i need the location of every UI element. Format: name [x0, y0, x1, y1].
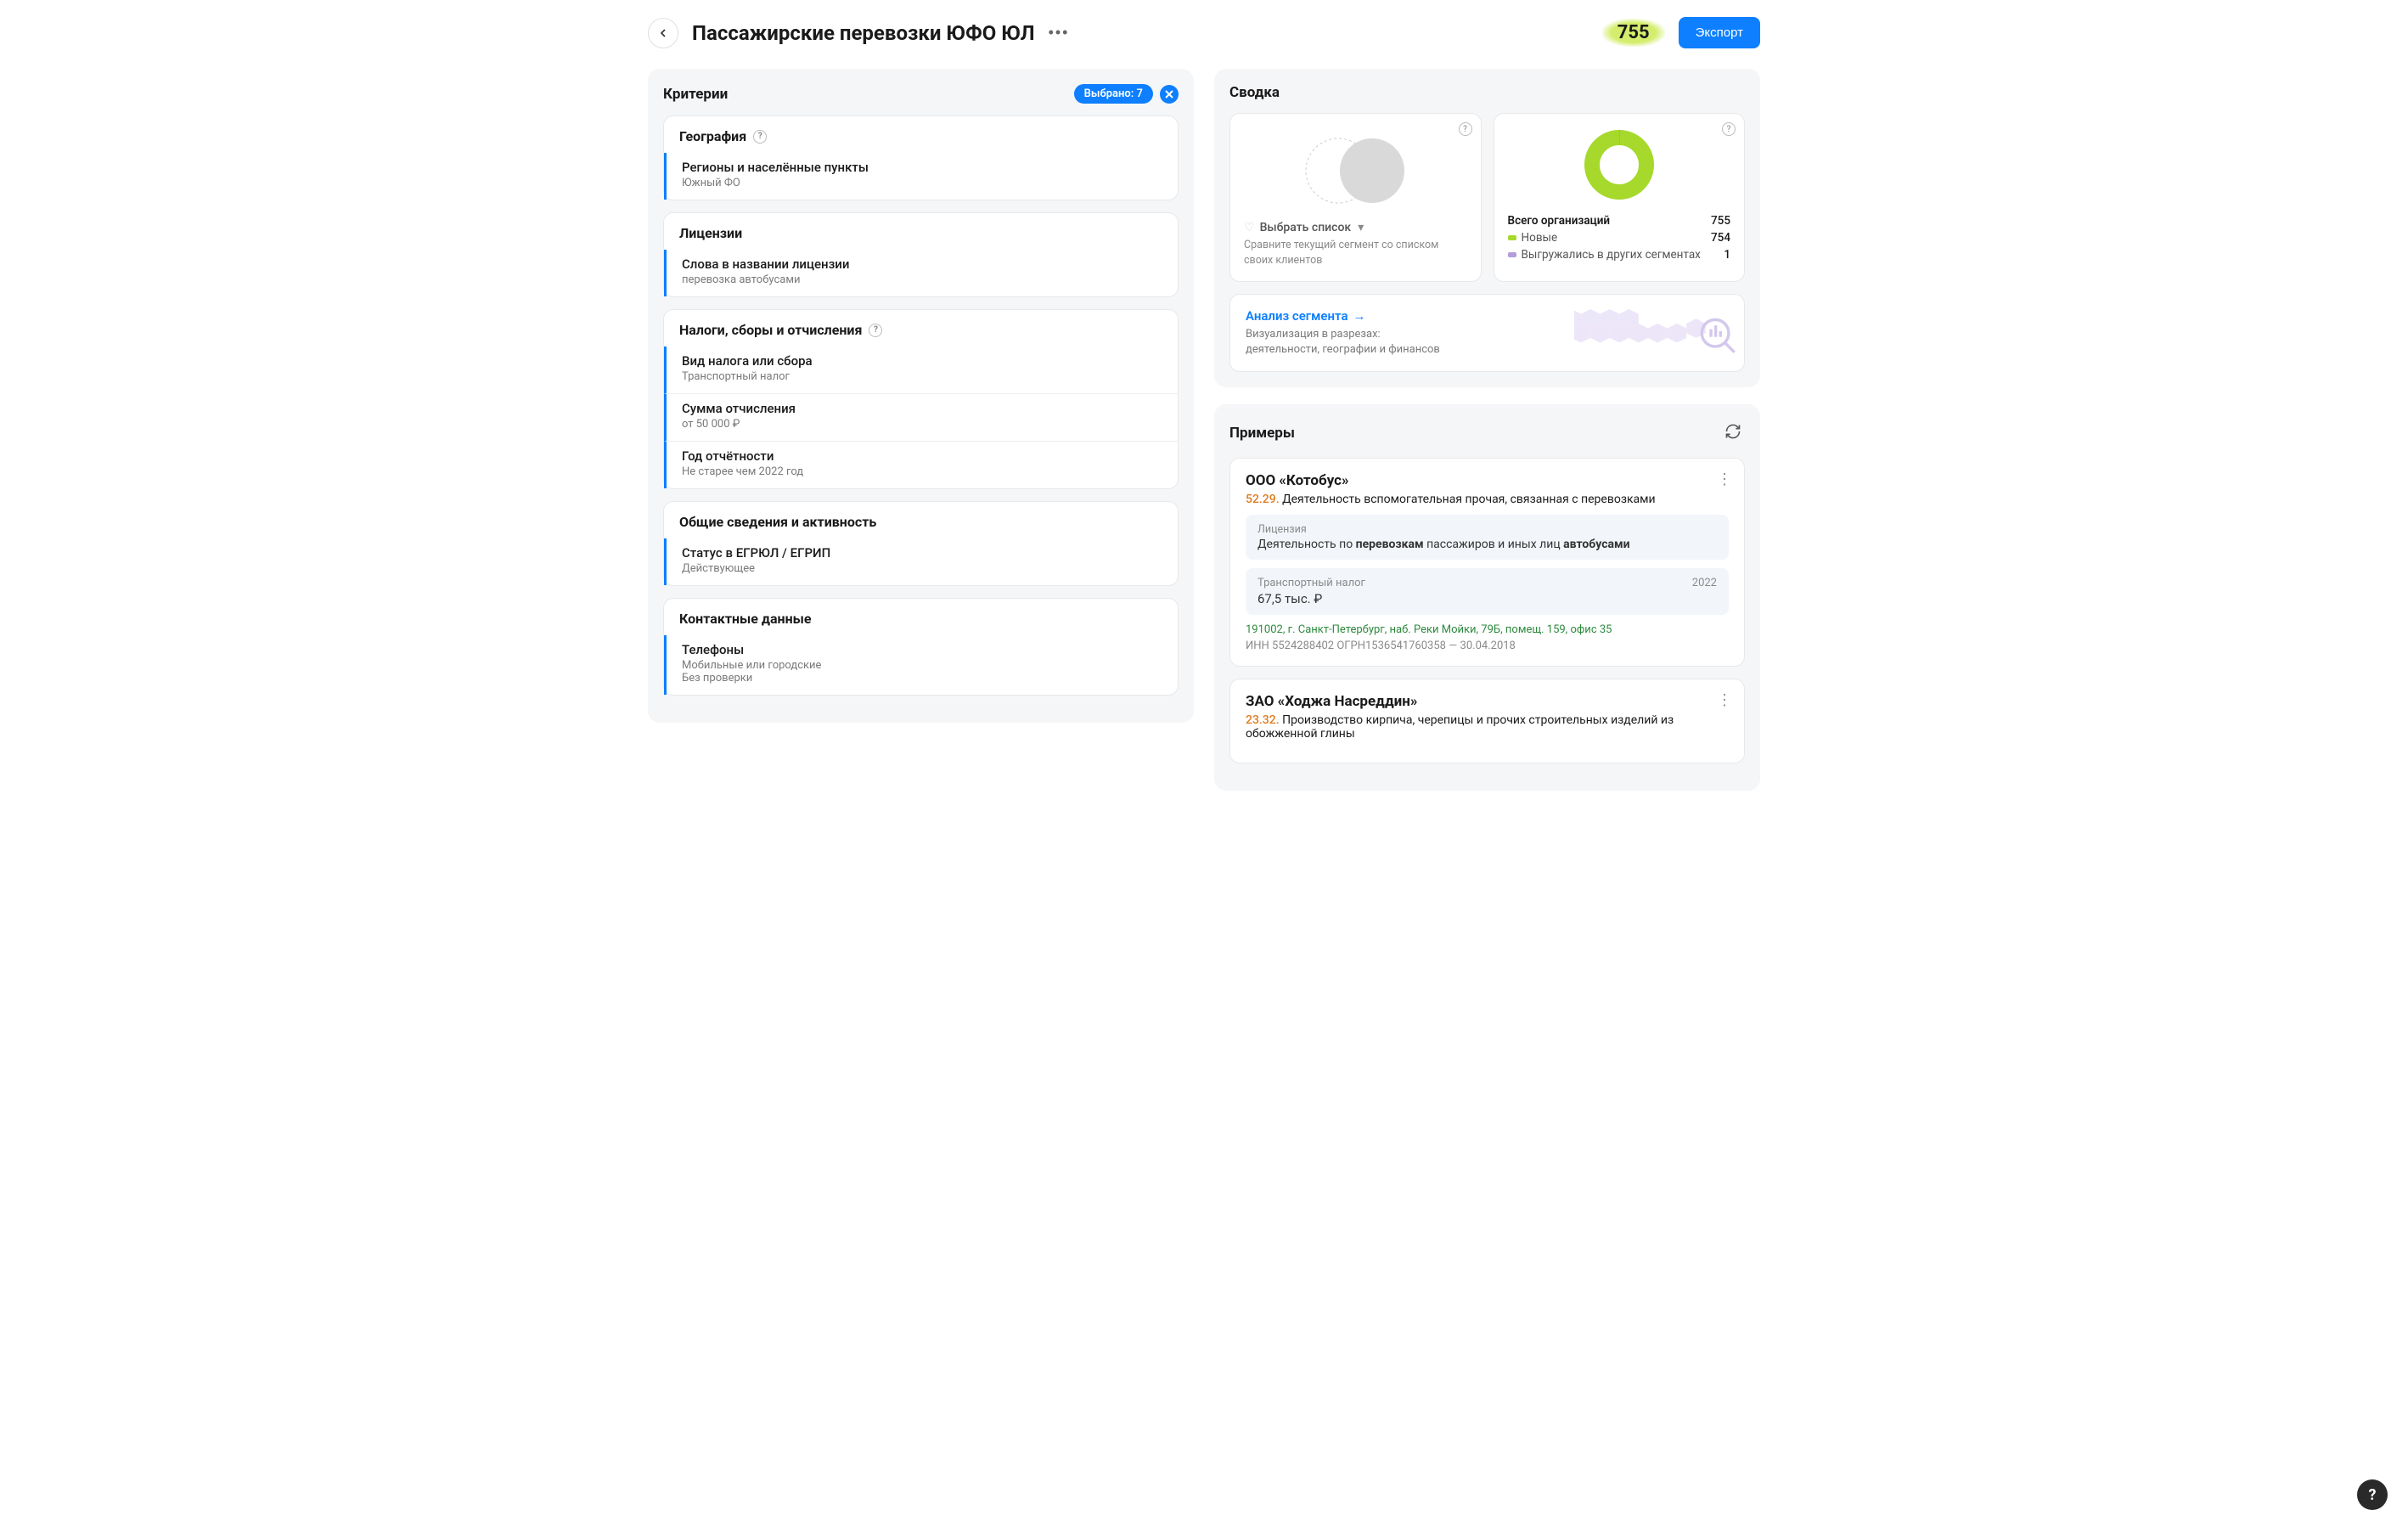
- example-card[interactable]: ⋮ ЗАО «Ходжа Насреддин» 23.32. Производс…: [1229, 679, 1745, 764]
- map-decoration-icon: [1574, 295, 1744, 371]
- criteria-group-card: ЛицензииСлова в названии лицензииперевоз…: [663, 212, 1179, 297]
- criteria-group-title: Налоги, сборы и отчисления?: [664, 310, 1178, 347]
- donut-row-value: 1: [1724, 248, 1730, 262]
- criterion-label: Регионы и населённые пункты: [682, 160, 1162, 175]
- close-icon: [1165, 90, 1173, 99]
- compare-card: ? ♡ Выбрать список Сравните текущий сегм…: [1229, 113, 1482, 282]
- donut-row-label: Выгружались в других сегментах: [1522, 248, 1701, 262]
- criterion-item[interactable]: Статус в ЕГРЮЛ / ЕГРИПДействующее: [664, 538, 1178, 585]
- example-name: ЗАО «Ходжа Насреддин»: [1246, 693, 1729, 710]
- criterion-value: Не старее чем 2022 год: [682, 465, 1162, 478]
- criterion-label: Телефоны: [682, 642, 1162, 657]
- criterion-label: Вид налога или сбора: [682, 353, 1162, 369]
- criteria-group-title: Общие сведения и активность: [664, 502, 1178, 538]
- select-list-label: Выбрать список: [1260, 221, 1352, 234]
- criterion-value: Действующее: [682, 562, 1162, 575]
- tax-amount: 67,5 тыс. ₽: [1257, 591, 1717, 606]
- analysis-card[interactable]: Анализ сегмента → Визуализация в разреза…: [1229, 294, 1745, 372]
- help-icon[interactable]: ?: [1722, 122, 1736, 136]
- criteria-group-card: Общие сведения и активностьСтатус в ЕГРЮ…: [663, 501, 1179, 586]
- donut-chart: [1582, 127, 1657, 202]
- donut-total-label: Всего организаций: [1508, 214, 1611, 228]
- select-list-dropdown[interactable]: ♡ Выбрать список: [1244, 221, 1467, 234]
- criterion-label: Статус в ЕГРЮЛ / ЕГРИП: [682, 545, 1162, 561]
- criteria-title: Критерии: [663, 86, 728, 103]
- criteria-group-title: Контактные данные: [664, 599, 1178, 635]
- criteria-group-card: Контактные данные Телефоны Мобильные или г…: [663, 598, 1179, 696]
- criterion-item[interactable]: Телефоны Мобильные или городские Без пров…: [664, 635, 1178, 695]
- clear-criteria-button[interactable]: [1160, 85, 1179, 104]
- criterion-value: Мобильные или городские Без проверки: [682, 659, 1162, 685]
- criteria-group-card: Налоги, сборы и отчисления?Вид налога ил…: [663, 309, 1179, 489]
- criterion-item[interactable]: Регионы и населённые пункты Южный ФО: [664, 153, 1178, 200]
- selected-count-chip[interactable]: Выбрано: 7: [1074, 84, 1153, 104]
- arrow-left-icon: [656, 26, 670, 40]
- analysis-link-label: Анализ сегмента: [1246, 308, 1348, 324]
- analysis-link[interactable]: Анализ сегмента →: [1246, 308, 1366, 324]
- criterion-value: Транспортный налог: [682, 370, 1162, 383]
- example-card[interactable]: ⋮ ООО «Котобус» 52.29. Деятельность вспо…: [1229, 458, 1745, 667]
- export-button[interactable]: Экспорт: [1679, 17, 1760, 48]
- criterion-label: Сумма отчисления: [682, 401, 1162, 416]
- examples-panel: Примеры ⋮ ООО «Котобус» 52.29. Деятельно…: [1214, 404, 1760, 791]
- criteria-group-title: География?: [664, 116, 1178, 153]
- activity-code: 23.32.: [1246, 713, 1280, 727]
- summary-panel: Сводка ? ♡ Выбрать список: [1214, 69, 1760, 387]
- refresh-button[interactable]: [1721, 420, 1745, 446]
- arrow-right-icon: →: [1353, 308, 1366, 324]
- tax-subcard: Транспортный налог 2022 67,5 тыс. ₽: [1246, 568, 1729, 615]
- donut-row-value: 754: [1711, 231, 1730, 245]
- help-fab-button[interactable]: ?: [2357, 1479, 2388, 1510]
- example-more-button[interactable]: ⋮: [1717, 691, 1732, 709]
- help-icon[interactable]: ?: [1459, 122, 1472, 136]
- criterion-value: от 50 000 ₽: [682, 418, 1162, 431]
- activity-text: Производство кирпича, черепицы и прочих …: [1246, 713, 1674, 741]
- example-more-button[interactable]: ⋮: [1717, 470, 1732, 488]
- refresh-icon: [1724, 423, 1741, 440]
- donut-total-value: 755: [1711, 214, 1730, 228]
- criterion-label: Год отчётности: [682, 448, 1162, 464]
- venn-diagram-icon: [1296, 132, 1415, 209]
- donut-card: ? Всего организаций 755 Новые: [1494, 113, 1746, 282]
- activity-code: 52.29.: [1246, 493, 1280, 506]
- legend-dot-icon: [1508, 252, 1516, 257]
- criteria-panel: Критерии Выбрано: 7 География?Регионы и …: [648, 69, 1194, 723]
- help-icon[interactable]: ?: [753, 130, 767, 144]
- example-address: 191002, г. Санкт-Петербург, наб. Реки Мо…: [1246, 623, 1729, 636]
- criterion-value: перевозка автобусами: [682, 273, 1162, 286]
- page-title: Пассажирские перевозки ЮФО ЮЛ: [692, 21, 1035, 45]
- criteria-group-card: География? Регионы и населённые пункты Южн…: [663, 116, 1179, 200]
- count-badge: 755: [1602, 19, 1665, 47]
- license-label: Лицензия: [1257, 523, 1717, 536]
- criteria-group-title: Лицензии: [664, 213, 1178, 250]
- criterion-item[interactable]: Вид налога или сбораТранспортный налог: [664, 347, 1178, 393]
- criterion-label: Слова в названии лицензии: [682, 256, 1162, 272]
- more-button[interactable]: •••: [1049, 24, 1070, 42]
- summary-title: Сводка: [1229, 84, 1280, 101]
- example-meta: ИНН 5524288402 ОГРН1536541760358 — 30.04…: [1246, 640, 1729, 652]
- tax-year: 2022: [1692, 577, 1717, 589]
- criterion-item[interactable]: Год отчётностиНе старее чем 2022 год: [664, 441, 1178, 488]
- criterion-value: Южный ФО: [682, 177, 1162, 189]
- help-icon[interactable]: ?: [869, 324, 882, 337]
- back-button[interactable]: [648, 18, 678, 48]
- heart-icon: ♡: [1244, 221, 1255, 234]
- tax-label: Транспортный налог: [1257, 577, 1365, 589]
- license-text: Деятельность по перевозкам пассажиров и …: [1257, 538, 1717, 551]
- criterion-item[interactable]: Сумма отчисления от 50 000 ₽: [664, 393, 1178, 441]
- examples-title: Примеры: [1229, 425, 1295, 442]
- license-subcard: Лицензия Деятельность по перевозкам пасс…: [1246, 515, 1729, 560]
- criterion-item[interactable]: Слова в названии лицензииперевозка автоб…: [664, 250, 1178, 296]
- donut-row-label: Новые: [1522, 231, 1558, 245]
- legend-dot-icon: [1508, 235, 1516, 240]
- compare-description: Сравните текущий сегмент со списком свои…: [1244, 238, 1467, 268]
- activity-text: Деятельность вспомогательная прочая, свя…: [1282, 493, 1656, 506]
- example-name: ООО «Котобус»: [1246, 472, 1729, 489]
